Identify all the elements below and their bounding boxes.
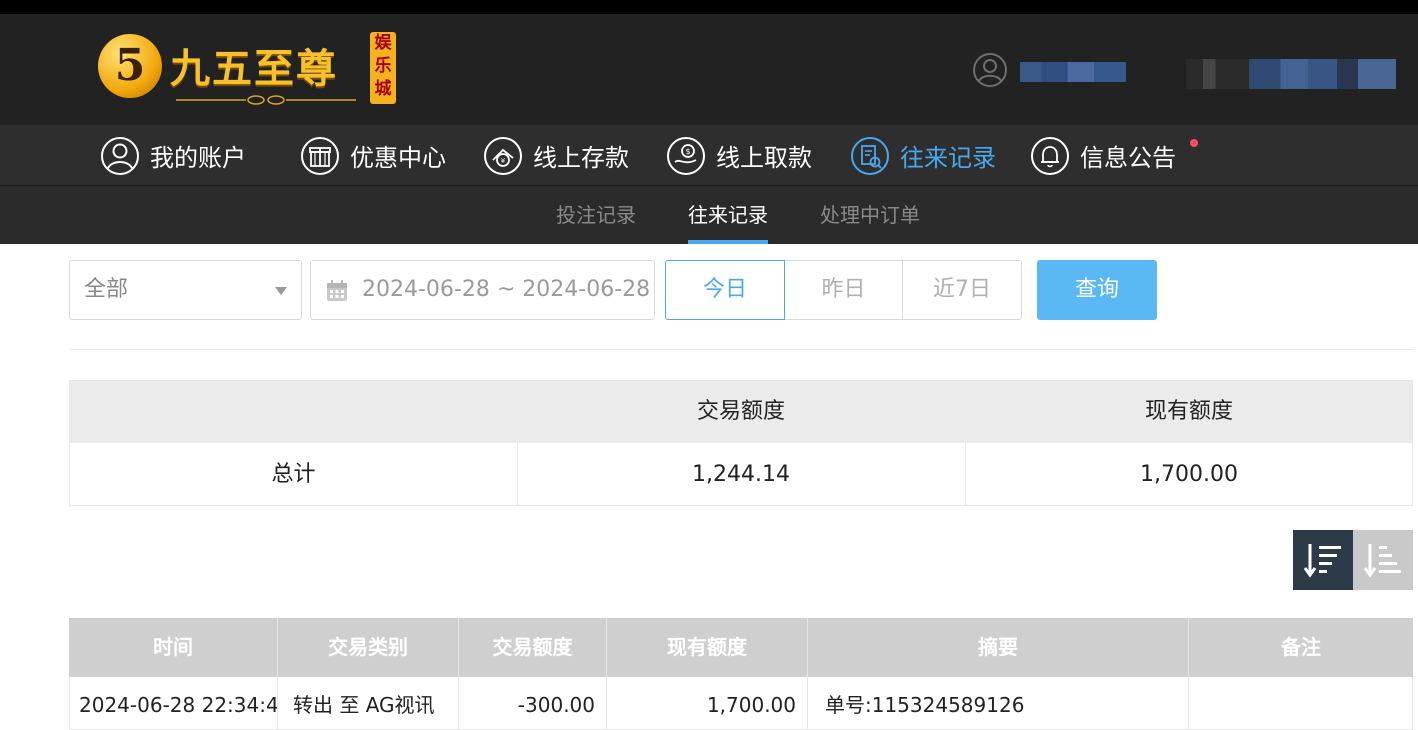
nav-label: 信息公告 [1080, 144, 1176, 172]
brand-tag: 娱 乐 城 [370, 32, 396, 104]
records-header-row: 时间 交易类别 交易额度 现有额度 摘要 备注 [69, 618, 1413, 677]
tab-pending-orders[interactable]: 处理中订单 [820, 186, 920, 244]
bell-icon [1031, 136, 1069, 175]
brand-tag-char: 乐 [374, 56, 392, 76]
sub-nav: 投注记录 往来记录 处理中订单 [0, 186, 1418, 244]
account-info-redacted [1186, 59, 1396, 89]
svg-text:¥: ¥ [501, 157, 506, 165]
quick-range-last-7-days[interactable]: 近7日 [902, 260, 1022, 320]
nav-label: 往来记录 [900, 144, 996, 172]
nav-label: 线上存款 [533, 144, 629, 172]
brand-tag-char: 城 [374, 79, 392, 99]
column-header-time[interactable]: 时间 [69, 618, 278, 677]
summary-total-label: 总计 [271, 462, 316, 487]
brand-name: 九五至尊 [170, 45, 338, 92]
divider [69, 349, 1413, 350]
brand-tag-char: 娱 [374, 33, 392, 53]
logo-emblem: 5 [98, 34, 162, 98]
nav-item-online-deposit[interactable]: ¥ 线上存款 [483, 125, 629, 186]
nav-label: 优惠中心 [350, 144, 446, 172]
summary-current-balance: 1,700.00 [1140, 462, 1238, 487]
cell-category: 转出 至 AG视讯 [278, 677, 459, 730]
gift-icon [301, 136, 339, 175]
notification-dot [1190, 139, 1198, 147]
top-strip [0, 0, 1418, 14]
select-value: 全部 [84, 277, 129, 302]
svg-text:$: $ [685, 147, 690, 156]
brand-logo[interactable]: 5 九五至尊 娱 乐 城 [98, 30, 398, 110]
sort-descending-icon [1303, 544, 1341, 578]
username-redacted [1020, 62, 1126, 82]
cell-note [1189, 677, 1413, 730]
cell-time: 2024-06-28 22:34:47 [70, 677, 278, 730]
nav-item-transaction-records[interactable]: 往来记录 [850, 125, 996, 186]
tab-bet-records[interactable]: 投注记录 [556, 186, 636, 244]
logo-glyph: 5 [114, 40, 146, 91]
sort-descending-button[interactable] [1293, 530, 1353, 590]
calendar-icon [327, 280, 347, 301]
summary-table: 交易额度 现有额度 总计 1,244.14 1,700.00 [69, 380, 1413, 506]
column-header-amount[interactable]: 交易额度 [459, 618, 607, 677]
header: 5 九五至尊 娱 乐 城 [0, 14, 1418, 125]
nav-item-promotions[interactable]: 优惠中心 [300, 125, 446, 186]
date-range-value: 2024-06-28 ~ 2024-06-28 [362, 277, 651, 302]
column-header-note[interactable]: 备注 [1189, 618, 1413, 677]
summary-header-blank [70, 381, 517, 443]
nav-label: 我的账户 [150, 144, 246, 172]
summary-header-current-balance: 现有额度 [1144, 399, 1233, 424]
caret-down-icon [275, 287, 287, 295]
nav-item-notices[interactable]: 信息公告 [1030, 125, 1176, 186]
tab-transaction-records[interactable]: 往来记录 [688, 186, 768, 244]
sort-ascending-icon [1363, 544, 1401, 578]
logo-ornament-icon [176, 95, 356, 105]
page-root: 5 九五至尊 娱 乐 城 我的账户 优惠中心 ¥ 线上存款 $ 线上取款 往来记… [0, 0, 1418, 730]
deposit-icon: ¥ [484, 136, 522, 175]
summary-header-transaction-amount: 交易额度 [696, 399, 785, 424]
query-button[interactable]: 查询 [1037, 260, 1157, 320]
column-header-category[interactable]: 交易类别 [278, 618, 459, 677]
cell-summary: 单号:115324589126 [808, 677, 1189, 730]
quick-range-yesterday[interactable]: 昨日 [784, 260, 903, 320]
user-circle-icon [101, 136, 139, 175]
sort-ascending-button[interactable] [1353, 530, 1413, 590]
main-nav: 我的账户 优惠中心 ¥ 线上存款 $ 线上取款 往来记录 信息公告 [0, 125, 1418, 186]
nav-item-my-account[interactable]: 我的账户 [100, 125, 246, 186]
records-icon [851, 136, 889, 175]
table-row[interactable]: 2024-06-28 22:34:47 转出 至 AG视讯 -300.00 1,… [69, 677, 1413, 730]
column-header-balance[interactable]: 现有额度 [607, 618, 808, 677]
summary-transaction-amount: 1,244.14 [692, 462, 790, 487]
user-circle-icon[interactable] [972, 52, 1008, 88]
withdraw-icon: $ [667, 136, 705, 175]
quick-range-today[interactable]: 今日 [665, 260, 785, 320]
date-range-input[interactable]: 2024-06-28 ~ 2024-06-28 [310, 260, 655, 320]
cell-amount: -300.00 [459, 677, 607, 730]
records-table: 时间 交易类别 交易额度 现有额度 摘要 备注 2024-06-28 22:34… [69, 618, 1413, 730]
nav-item-online-withdraw[interactable]: $ 线上取款 [666, 125, 812, 186]
cell-balance: 1,700.00 [607, 677, 808, 730]
transaction-type-select[interactable]: 全部 [69, 260, 302, 320]
column-header-summary[interactable]: 摘要 [808, 618, 1189, 677]
nav-label: 线上取款 [716, 144, 812, 172]
